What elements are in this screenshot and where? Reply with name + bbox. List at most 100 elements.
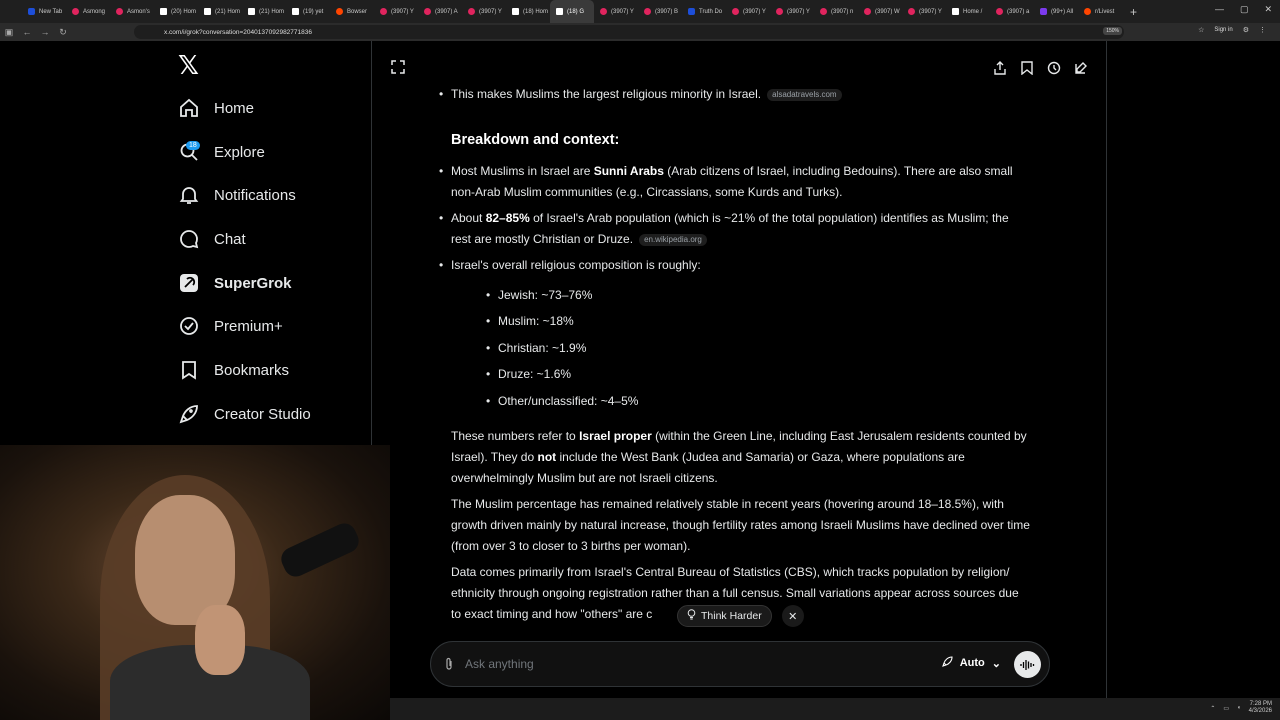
composer: Ask anything Auto ⌄ [430, 641, 1050, 687]
rocket-icon [178, 403, 200, 425]
volume-icon[interactable]: ◖ [1237, 705, 1241, 711]
browser-tab[interactable]: (18) G [550, 0, 594, 23]
section-heading: Breakdown and context: [451, 132, 620, 148]
network-icon[interactable]: ▭ [1223, 705, 1229, 712]
source-chip[interactable]: en.wikipedia.org [639, 234, 707, 246]
voice-mode-button[interactable] [1014, 651, 1041, 678]
browser-tab[interactable]: (3907) A [418, 0, 462, 23]
attach-icon[interactable] [444, 657, 454, 674]
tab-favicon-icon [776, 8, 783, 15]
new-chat-icon[interactable] [1073, 60, 1088, 75]
tab-favicon-icon [72, 8, 79, 15]
tab-favicon-icon [996, 8, 1003, 15]
browser-tab[interactable]: (3907) Y [902, 0, 946, 23]
sidebar-item-label: Explore [214, 143, 265, 161]
browser-tab[interactable]: (3907) Y [462, 0, 506, 23]
sidebar-item-notifications[interactable]: Notifications [178, 184, 296, 206]
tab-favicon-icon [336, 8, 343, 15]
maximize-icon[interactable]: ▢ [1240, 4, 1249, 15]
tab-favicon-icon [732, 8, 739, 15]
tab-favicon-icon [1084, 8, 1091, 15]
browser-tab[interactable]: Asmong [66, 0, 110, 23]
back-icon[interactable]: ← [18, 27, 36, 37]
paragraph: The Muslim percentage has remained relat… [451, 497, 1030, 553]
browser-tab[interactable]: Truth Do [682, 0, 726, 23]
expand-icon[interactable] [391, 60, 405, 79]
browser-tab[interactable]: (18) Hom [506, 0, 550, 23]
clock[interactable]: 7:28 PM 4/3/2026 [1249, 701, 1272, 715]
composition-item: Jewish: ~73–76% [486, 285, 592, 306]
browser-tab[interactable]: Home / [946, 0, 990, 23]
share-icon[interactable] [992, 60, 1007, 75]
think-harder-button[interactable]: Think Harder [677, 605, 772, 627]
browser-tab-strip: New Tab Asmong Asmon's (20) Hom (21) Hom (21)… [0, 0, 1280, 23]
x-logo-icon[interactable]: 𝕏 [178, 53, 204, 79]
list-item: About 82–85% of Israel's Arab population… [439, 208, 1031, 250]
tab-favicon-icon [468, 8, 475, 15]
menu-icon[interactable]: ⋮ [1259, 26, 1266, 34]
tab-favicon-icon [28, 8, 35, 15]
tab-favicon-icon [380, 8, 387, 15]
tab-favicon-icon [820, 8, 827, 15]
bookmark-conversation-icon[interactable] [1019, 60, 1034, 75]
sidebar-item-label: Creator Studio [214, 405, 311, 423]
history-icon[interactable] [1046, 60, 1061, 75]
tab-favicon-icon [116, 8, 123, 15]
source-chip[interactable]: alsadatravels.com [767, 89, 842, 101]
sidebar-item-chat[interactable]: Chat [178, 228, 246, 250]
reload-icon[interactable]: ↻ [54, 27, 72, 38]
browser-tab[interactable]: (3907) Y [770, 0, 814, 23]
bookmark-icon [178, 359, 200, 381]
sidebar-item-supergrok[interactable]: SuperGrok [178, 272, 292, 294]
tab-favicon-icon [600, 8, 607, 15]
tab-favicon-icon [204, 8, 211, 15]
browser-tab[interactable]: Bowser [330, 0, 374, 23]
forward-icon[interactable]: → [36, 27, 54, 37]
browser-tab[interactable]: (3907) Y [594, 0, 638, 23]
browser-tab[interactable]: (3907) W [858, 0, 902, 23]
extensions-icon[interactable]: ⚙ [1243, 26, 1249, 34]
tab-favicon-icon [556, 8, 563, 15]
tab-favicon-icon [424, 8, 431, 15]
browser-tab[interactable]: New Tab [22, 0, 66, 23]
browser-tab[interactable]: r/Livest [1078, 0, 1122, 23]
browser-tab[interactable]: (99+) All [1034, 0, 1078, 23]
browser-tab[interactable]: (3907) a [990, 0, 1034, 23]
ask-input[interactable]: Ask anything [465, 657, 534, 671]
mode-selector[interactable]: Auto ⌄ [941, 656, 1001, 670]
sidebar-item-creator-studio[interactable]: Creator Studio [178, 403, 311, 425]
sidebar-item-label: Bookmarks [214, 361, 290, 379]
browser-tab[interactable]: (3907) B [638, 0, 682, 23]
zoom-indicator[interactable]: 150% [1103, 27, 1122, 35]
browser-tab[interactable]: (20) Hom [154, 0, 198, 23]
browser-tab[interactable]: (3907) Y [374, 0, 418, 23]
composition-item: Druze: ~1.6% [486, 364, 571, 385]
sidebar-item-home[interactable]: Home [178, 97, 254, 119]
browser-tab[interactable]: (21) Hom [198, 0, 242, 23]
sidebar-item-bookmarks[interactable]: Bookmarks [178, 359, 289, 381]
browser-tab[interactable]: (3907) Y [726, 0, 770, 23]
browser-tab[interactable]: Asmon's [110, 0, 154, 23]
close-icon[interactable]: ✕ [781, 605, 804, 627]
sign-in-button[interactable]: Sign in [1214, 27, 1232, 33]
browser-tab[interactable]: (19) yet [286, 0, 330, 23]
sidebar-item-label: SuperGrok [214, 274, 292, 292]
grok-icon [178, 272, 200, 294]
chevron-up-icon[interactable]: ⌃ [1210, 705, 1215, 712]
tab-favicon-icon [1040, 8, 1047, 15]
paragraph: These numbers refer to Israel proper (wi… [451, 429, 1027, 485]
minimize-icon[interactable]: — [1215, 4, 1224, 15]
close-window-icon[interactable]: ✕ [1264, 4, 1272, 15]
list-item: Most Muslims in Israel are Sunni Arabs (… [439, 161, 1031, 203]
star-icon[interactable]: ☆ [1198, 26, 1204, 34]
url-field[interactable]: x.com/i/grok?conversation=20401370929827… [134, 25, 1124, 39]
tab-favicon-icon [688, 8, 695, 15]
tab-favicon-icon [644, 8, 651, 15]
sidebar-item-label: Home [214, 99, 255, 117]
sidebar-item-premium[interactable]: Premium+ [178, 315, 283, 337]
browser-tab[interactable]: (21) Hom [242, 0, 286, 23]
browser-tab[interactable]: (3907) n [814, 0, 858, 23]
tab-favicon-icon [248, 8, 255, 15]
sidebar-toggle-icon[interactable]: ▣ [0, 27, 18, 38]
new-tab-icon[interactable]: + [1122, 5, 1145, 19]
